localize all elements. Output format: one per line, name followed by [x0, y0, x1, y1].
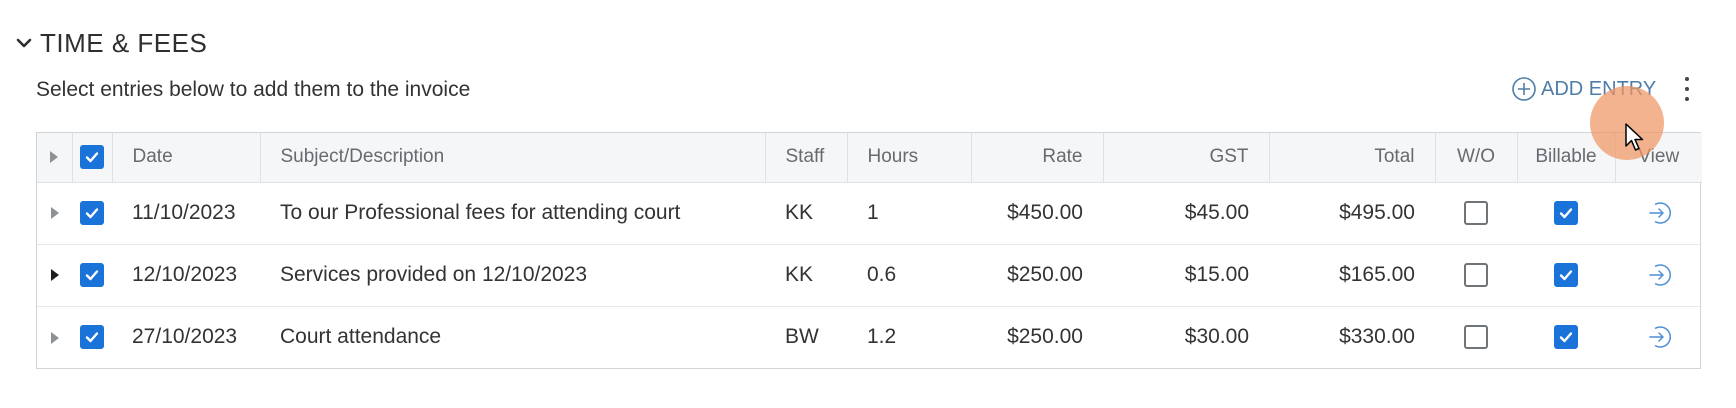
table-row[interactable]: 11/10/2023 To our Professional fees for …	[37, 182, 1702, 244]
row-select-checkbox[interactable]	[80, 263, 104, 288]
row-select-checkbox[interactable]	[80, 325, 104, 350]
section-title: TIME & FEES	[40, 27, 208, 58]
cell-total: $495.00	[1339, 201, 1415, 224]
column-header-hours[interactable]: Hours	[847, 133, 972, 183]
cell-hours: 0.6	[867, 263, 897, 286]
cell-gst: $45.00	[1184, 201, 1249, 224]
write-off-checkbox[interactable]	[1464, 263, 1488, 288]
row-select-checkbox[interactable]	[80, 201, 104, 226]
cell-rate: $250.00	[1007, 325, 1083, 349]
cell-staff: KK	[785, 201, 814, 224]
cell-hours: 1.2	[867, 325, 897, 349]
cell-subject: Services provided on 12/10/2023	[280, 263, 588, 286]
column-header-rate[interactable]: Rate	[971, 133, 1104, 183]
cell-gst: $30.00	[1184, 325, 1249, 349]
cell-staff: KK	[785, 263, 814, 286]
plus-circle-icon	[1511, 76, 1537, 102]
table-row[interactable]: 12/10/2023 Services provided on 12/10/20…	[37, 244, 1702, 306]
cell-gst: $15.00	[1184, 263, 1249, 286]
cell-total: $165.00	[1339, 263, 1415, 286]
cell-rate: $450.00	[1007, 201, 1083, 224]
cell-date: 11/10/2023	[132, 201, 236, 224]
expand-row-icon[interactable]	[50, 331, 59, 344]
column-header-view: View	[1615, 133, 1702, 183]
section-header[interactable]: TIME & FEES	[12, 26, 207, 60]
cell-total: $330.00	[1339, 325, 1415, 349]
chevron-down-icon[interactable]	[12, 31, 36, 55]
table-row[interactable]: 27/10/2023 Court attendance BW 1.2 $250.…	[37, 306, 1702, 368]
cell-staff: BW	[785, 325, 819, 349]
column-header-date[interactable]: Date	[112, 133, 261, 183]
billable-checkbox[interactable]	[1554, 263, 1578, 288]
expand-arrow-icon[interactable]	[50, 151, 59, 164]
select-all-checkbox[interactable]	[80, 145, 104, 170]
cell-subject: To our Professional fees for attending c…	[280, 201, 681, 224]
cell-date: 12/10/2023	[132, 263, 238, 286]
expand-row-icon[interactable]	[50, 269, 59, 282]
column-header-staff[interactable]: Staff	[765, 133, 848, 183]
view-arrow-icon[interactable]	[1645, 323, 1673, 351]
cell-hours: 1	[867, 201, 879, 224]
view-arrow-icon[interactable]	[1645, 261, 1673, 289]
add-entry-button[interactable]: ADD ENTRY	[1511, 76, 1656, 102]
column-header-subject[interactable]: Subject/Description	[260, 133, 766, 183]
add-entry-label: ADD ENTRY	[1541, 77, 1657, 100]
time-fees-grid: Date Subject/Description Staff Hours Rat…	[36, 132, 1702, 369]
column-header-gst[interactable]: GST	[1103, 133, 1270, 183]
cell-subject: Court attendance	[280, 325, 442, 349]
table-header-row: Date Subject/Description Staff Hours Rat…	[37, 133, 1702, 183]
column-header-wo[interactable]: W/O	[1435, 133, 1518, 183]
select-all-header[interactable]	[72, 133, 113, 183]
cell-rate: $250.00	[1007, 263, 1083, 286]
column-header-total[interactable]: Total	[1269, 133, 1436, 183]
write-off-checkbox[interactable]	[1464, 325, 1488, 350]
column-header-billable[interactable]: Billable	[1517, 133, 1616, 183]
section-subtitle: Select entries below to add them to the …	[36, 78, 471, 101]
write-off-checkbox[interactable]	[1464, 201, 1488, 226]
more-options-icon[interactable]	[1680, 74, 1694, 104]
billable-checkbox[interactable]	[1554, 325, 1578, 350]
view-arrow-icon[interactable]	[1645, 199, 1673, 227]
expand-all-header[interactable]	[37, 133, 73, 183]
expand-row-icon[interactable]	[50, 207, 59, 220]
cell-date: 27/10/2023	[132, 325, 238, 349]
billable-checkbox[interactable]	[1554, 201, 1578, 226]
